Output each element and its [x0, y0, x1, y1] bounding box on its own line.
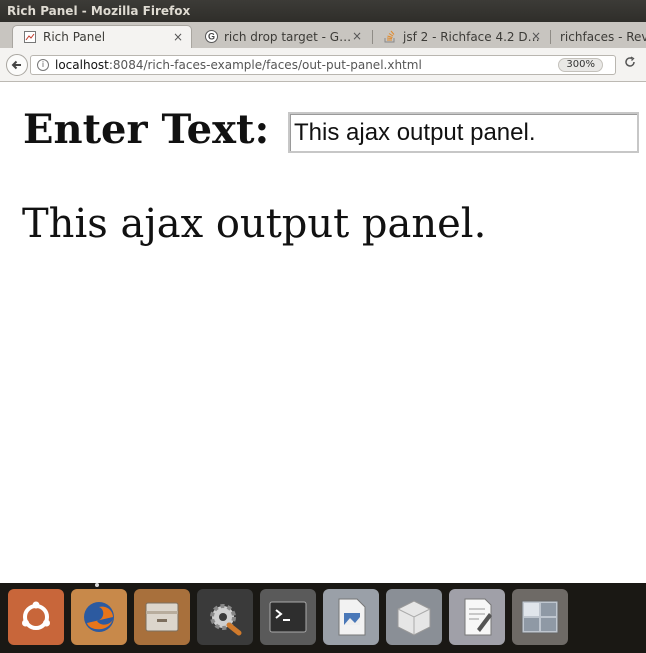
ajax-output-panel: This ajax output panel.: [22, 201, 487, 247]
url-bar[interactable]: i localhost :8084/rich-faces-example/fac…: [30, 55, 616, 75]
tab-rich-panel[interactable]: Rich Panel ×: [12, 25, 192, 48]
enter-text-label: Enter Text:: [23, 106, 270, 153]
system-settings-icon[interactable]: [197, 589, 253, 645]
svg-text:G: G: [207, 32, 214, 42]
url-path: :8084/rich-faces-example/faces/out-put-p…: [108, 58, 422, 72]
files-icon[interactable]: [134, 589, 190, 645]
tab-label: jsf 2 - Richface 4.2 D…: [403, 29, 540, 44]
virtualbox-icon[interactable]: [386, 589, 442, 645]
back-arrow-icon[interactable]: [6, 54, 28, 76]
stackoverflow-icon: [383, 30, 397, 44]
zoom-level-badge[interactable]: 300%: [558, 58, 603, 72]
text-input[interactable]: [288, 112, 639, 153]
navigation-bar: i localhost :8084/rich-faces-example/fac…: [0, 48, 646, 82]
firefox-icon[interactable]: [71, 589, 127, 645]
reload-icon[interactable]: [624, 56, 636, 71]
tab-stackoverflow[interactable]: jsf 2 - Richface 4.2 D… ×: [373, 25, 549, 48]
launcher-dock: [0, 583, 646, 653]
tab-label: rich drop target - G…: [224, 29, 352, 44]
tab-label: richfaces - Revis: [560, 29, 646, 44]
close-icon[interactable]: ×: [352, 29, 362, 43]
page-content: Enter Text: This ajax output panel.: [0, 83, 646, 583]
google-icon: G: [204, 30, 218, 44]
tab-google-search[interactable]: G rich drop target - G… ×: [194, 25, 370, 48]
url-host: localhost: [55, 58, 109, 72]
text-editor-icon[interactable]: [449, 589, 505, 645]
tab-richfaces-revisions[interactable]: richfaces - Revis: [550, 25, 646, 48]
close-icon[interactable]: ×: [173, 30, 183, 44]
image-viewer-icon[interactable]: [323, 589, 379, 645]
workspace-switcher-icon[interactable]: [512, 589, 568, 645]
terminal-icon[interactable]: [260, 589, 316, 645]
tab-label: Rich Panel: [43, 30, 106, 44]
ubuntu-dash-icon[interactable]: [8, 589, 64, 645]
tab-strip: Rich Panel × G rich drop target - G… × j…: [0, 22, 646, 48]
info-icon[interactable]: i: [37, 59, 49, 71]
dock-active-indicator: [95, 583, 99, 587]
close-icon[interactable]: ×: [531, 29, 541, 43]
page-icon: [23, 30, 37, 44]
window-title: Rich Panel - Mozilla Firefox: [0, 0, 646, 22]
